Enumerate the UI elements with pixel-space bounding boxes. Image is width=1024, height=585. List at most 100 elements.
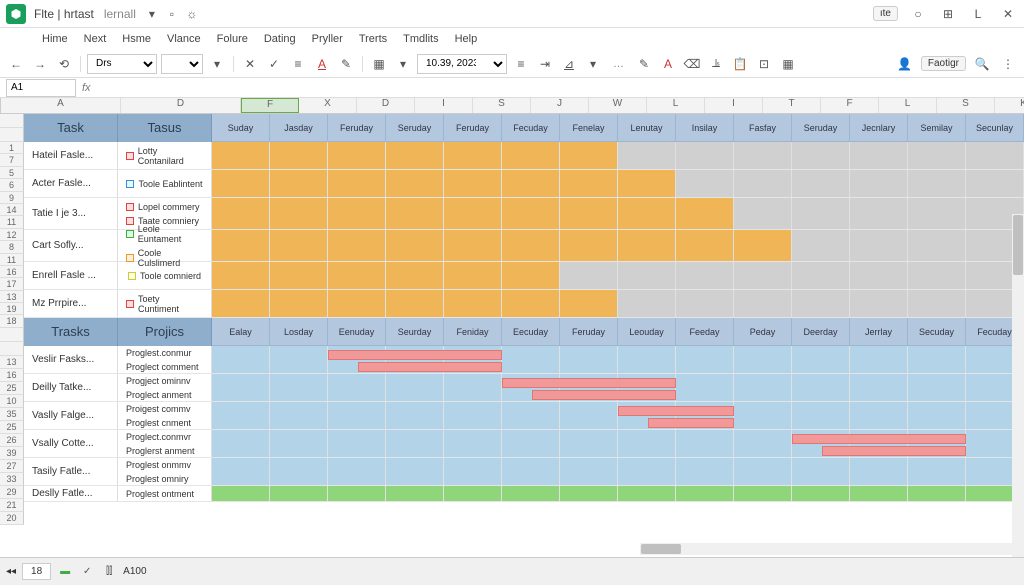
task-row[interactable]: Vsally Cotte...Proglect.conmvrProglerst …	[24, 430, 1024, 458]
col-header[interactable]: L	[879, 98, 937, 113]
row-header[interactable]: 25	[0, 382, 24, 395]
minimize-button[interactable]: L	[968, 4, 988, 24]
row-header[interactable]	[0, 114, 24, 128]
back-icon[interactable]: ←	[6, 55, 26, 73]
grid2-icon[interactable]: ▦	[778, 55, 798, 73]
row-header[interactable]: 33	[0, 473, 24, 486]
circle-icon[interactable]: ○	[908, 4, 928, 24]
task-row[interactable]: Veslir Fasks...Proglest.conmurProglect c…	[24, 346, 1024, 374]
col-header[interactable]: X	[299, 98, 357, 113]
gantt-bar[interactable]	[532, 390, 676, 400]
border-icon[interactable]: ▦	[369, 55, 389, 73]
row-header[interactable]: 10	[0, 395, 24, 408]
row-header[interactable]: 17	[0, 278, 24, 290]
col-header[interactable]: D	[121, 98, 241, 113]
gantt-bar[interactable]	[648, 418, 734, 428]
task-row[interactable]: Hateil Fasle...Lotty Contanilard	[24, 142, 1024, 170]
menu-hime[interactable]: Hime	[36, 31, 74, 47]
row-header[interactable]: 1	[0, 142, 24, 154]
menu-pryller[interactable]: Pryller	[306, 31, 349, 47]
sheet-nav-prev[interactable]: ◂◂	[6, 566, 16, 577]
check-icon[interactable]: ✓	[264, 55, 284, 73]
underline-icon[interactable]: ⊿	[559, 55, 579, 73]
sheet-tab[interactable]: 18	[22, 563, 51, 580]
pen-icon[interactable]: ✎	[634, 55, 654, 73]
menu-trerts[interactable]: Trerts	[353, 31, 393, 47]
text-color2-icon[interactable]: A	[658, 55, 678, 73]
row-header[interactable]: 8	[0, 241, 24, 253]
task-row[interactable]: Deslly Fatle...Proglest ontment	[24, 486, 1024, 502]
menu-next[interactable]: Next	[78, 31, 113, 47]
menu-folure[interactable]: Folure	[211, 31, 254, 47]
eraser-icon[interactable]: ⌫	[682, 55, 702, 73]
menu-hsme[interactable]: Hsme	[116, 31, 157, 47]
clipboard-icon[interactable]: 📋	[730, 55, 750, 73]
border-dropdown-icon[interactable]: ▾	[393, 55, 413, 73]
menu-tmdlits[interactable]: Tmdlits	[397, 31, 444, 47]
task-row[interactable]: Acter Fasle...Toole Eablintent	[24, 170, 1024, 198]
status-chart-icon[interactable]: ⫿⫿	[101, 564, 117, 580]
name-box[interactable]	[6, 79, 76, 97]
row-header[interactable]: 27	[0, 460, 24, 473]
ellipsis-icon[interactable]: …	[607, 58, 630, 70]
row-header[interactable]: 19	[0, 303, 24, 315]
col-header[interactable]: L	[647, 98, 705, 113]
row-header[interactable]: 12	[0, 229, 24, 241]
dropdown-icon[interactable]: ▾	[142, 4, 162, 24]
row-header[interactable]: 11	[0, 254, 24, 266]
col-header[interactable]: I	[415, 98, 473, 113]
task-row[interactable]: Vaslly Falge...Proigest commvProglest cn…	[24, 402, 1024, 430]
task-row[interactable]: Tasily Fatle...Proglest onmmvProglest om…	[24, 458, 1024, 486]
col-header[interactable]: J	[531, 98, 589, 113]
gantt-bar[interactable]	[328, 350, 502, 360]
search-icon[interactable]: 🔍	[972, 55, 992, 73]
row-header[interactable]: 16	[0, 266, 24, 278]
calc-icon[interactable]: ⊡	[754, 55, 774, 73]
col-header[interactable]: S	[937, 98, 995, 113]
row-header[interactable]: 35	[0, 408, 24, 421]
align-left-icon[interactable]: ≡	[511, 55, 531, 73]
dropdown2-icon[interactable]: ▾	[207, 55, 227, 73]
tag-pill[interactable]: ıte	[873, 6, 898, 21]
col-header[interactable]: S	[473, 98, 531, 113]
gantt-bar[interactable]	[618, 406, 734, 416]
menu-help[interactable]: Help	[449, 31, 484, 47]
folder-icon[interactable]: ▫	[162, 4, 182, 24]
indent-icon[interactable]: ⇥	[535, 55, 555, 73]
gantt-bar[interactable]	[358, 362, 502, 372]
task-row[interactable]: Cart Sofly...Leole EuntamentCoole Culsli…	[24, 230, 1024, 262]
size-select[interactable]	[161, 54, 203, 74]
close-button[interactable]: ✕	[998, 4, 1018, 24]
gantt-bar[interactable]	[822, 446, 966, 456]
row-header[interactable]: 20	[0, 512, 24, 525]
row-header[interactable]: 5	[0, 167, 24, 179]
row-header[interactable]: 13	[0, 291, 24, 303]
row-header[interactable]	[0, 328, 24, 342]
row-header[interactable]: 13	[0, 356, 24, 369]
col-header[interactable]: D	[357, 98, 415, 113]
app-icon[interactable]	[6, 4, 26, 24]
col-header[interactable]: F	[821, 98, 879, 113]
grid-icon[interactable]: ⊞	[938, 4, 958, 24]
row-header[interactable]: 39	[0, 447, 24, 460]
refresh-icon[interactable]: ⟲	[54, 55, 74, 73]
row-header[interactable]: 9	[0, 192, 24, 204]
date-select[interactable]: 10.39, 2023	[417, 54, 507, 74]
align-icon[interactable]: ≡	[288, 55, 308, 73]
right-toggle[interactable]: Faotigr	[921, 56, 966, 71]
clear-icon[interactable]: ✕	[240, 55, 260, 73]
cloud-icon[interactable]: ☼	[182, 4, 202, 24]
col-header[interactable]: I	[705, 98, 763, 113]
row-header[interactable]: 18	[0, 315, 24, 327]
font-select[interactable]: Drs	[87, 54, 157, 74]
col-header[interactable]: K	[995, 98, 1024, 113]
row-header[interactable]: 14	[0, 204, 24, 216]
task-row[interactable]: Deilly Tatke...Progject ominnvProglect a…	[24, 374, 1024, 402]
gantt-bar[interactable]	[792, 434, 966, 444]
row-header[interactable]: 25	[0, 421, 24, 434]
dropdown3-icon[interactable]: ▾	[583, 55, 603, 73]
scrollbar-vertical[interactable]	[1012, 214, 1024, 569]
row-header[interactable]	[0, 128, 24, 142]
task-row[interactable]: Mz Prrpire...Toety Cuntiment	[24, 290, 1024, 318]
menu-vlance[interactable]: Vlance	[161, 31, 207, 47]
